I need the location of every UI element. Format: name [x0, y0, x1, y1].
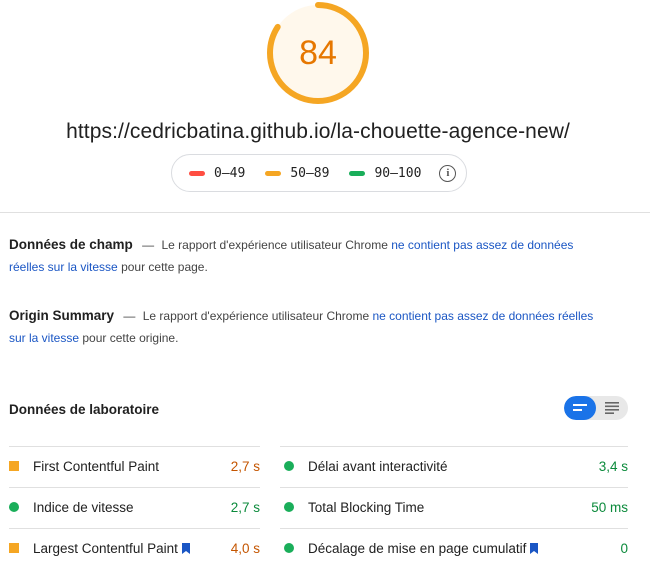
metric-value: 4,0 s: [230, 540, 260, 556]
field-data-prefix: Le rapport d'expérience utilisateur Chro…: [161, 238, 388, 252]
pass-indicator-icon: [284, 502, 294, 512]
metric-largest-contentful-paint: Largest Contentful Paint 4,0 s: [9, 528, 260, 566]
legend-item-pass: 90–100: [349, 166, 421, 181]
average-indicator-icon: [9, 461, 19, 471]
detail-view-button[interactable]: [596, 396, 628, 420]
origin-summary-dash: —: [123, 309, 136, 323]
legend-fail-bar: [189, 170, 205, 176]
metric-label: Délai avant interactivité: [308, 458, 448, 474]
legend-average-bar: [265, 170, 282, 176]
legend-pass-label: 90–100: [374, 165, 422, 181]
legend-item-fail: 0–49: [189, 166, 245, 181]
origin-summary-prefix: Le rapport d'expérience utilisateur Chro…: [142, 309, 370, 323]
pass-indicator-icon: [9, 502, 19, 512]
detail-view-icon: [605, 402, 619, 414]
metric-value: 50 ms: [591, 499, 628, 515]
metric-label: Décalage de mise en page cumulatif: [308, 540, 527, 556]
legend-pass-bar: [349, 170, 366, 176]
metric-label: First Contentful Paint: [33, 458, 160, 474]
pass-indicator-icon: [284, 543, 294, 553]
legend-average-label: 50–89: [290, 165, 330, 181]
metric-speed-index: Indice de vitesse 2,7 s: [9, 487, 260, 527]
metric-separator: [280, 446, 628, 447]
metric-total-blocking-time: Total Blocking Time 50 ms: [280, 487, 628, 527]
score-scale-legend: 0–49 50–89 90–100 i: [171, 154, 467, 192]
bookmark-icon[interactable]: [530, 542, 539, 554]
origin-summary-suffix: pour cette origine.: [82, 331, 179, 345]
summary-view-icon: [573, 404, 587, 411]
metric-separator: [280, 487, 628, 488]
legend-item-average: 50–89: [265, 166, 329, 181]
metrics-view-toggle: [564, 396, 628, 420]
pass-indicator-icon: [284, 461, 294, 471]
metric-time-to-interactive: Délai avant interactivité 3,4 s: [280, 446, 628, 486]
bookmark-icon[interactable]: [181, 542, 190, 554]
info-icon[interactable]: i: [439, 164, 457, 182]
field-data-section: Données de champ — Le rapport d'expérien…: [9, 234, 609, 278]
metric-separator: [9, 528, 260, 529]
metric-label: Largest Contentful Paint: [33, 540, 178, 556]
metric-label: Total Blocking Time: [308, 499, 425, 515]
average-indicator-icon: [9, 543, 19, 553]
metric-separator: [9, 487, 260, 488]
metric-value: 3,4 s: [598, 458, 628, 474]
metric-value: 0: [620, 540, 628, 556]
origin-summary-section: Origin Summary — Le rapport d'expérience…: [9, 305, 609, 349]
analyzed-url: https://cedricbatina.github.io/la-chouet…: [66, 120, 570, 143]
metric-cumulative-layout-shift: Décalage de mise en page cumulatif 0: [280, 528, 628, 566]
lab-data-title: Données de laboratoire: [9, 402, 160, 417]
legend-fail-label: 0–49: [214, 165, 246, 181]
field-data-title: Données de champ: [9, 237, 133, 252]
field-data-suffix: pour cette page.: [121, 260, 208, 274]
section-divider: [0, 212, 650, 213]
metric-separator: [280, 528, 628, 529]
performance-score-value: 84: [299, 33, 337, 72]
metric-label: Indice de vitesse: [33, 499, 134, 515]
field-data-dash: —: [142, 238, 155, 252]
metric-first-contentful-paint: First Contentful Paint 2,7 s: [9, 446, 260, 486]
performance-score-gauge: 84: [265, 0, 371, 106]
summary-view-button[interactable]: [564, 396, 596, 420]
metric-value: 2,7 s: [230, 499, 260, 515]
metric-separator: [9, 446, 260, 447]
metric-value: 2,7 s: [230, 458, 260, 474]
origin-summary-title: Origin Summary: [9, 308, 115, 323]
